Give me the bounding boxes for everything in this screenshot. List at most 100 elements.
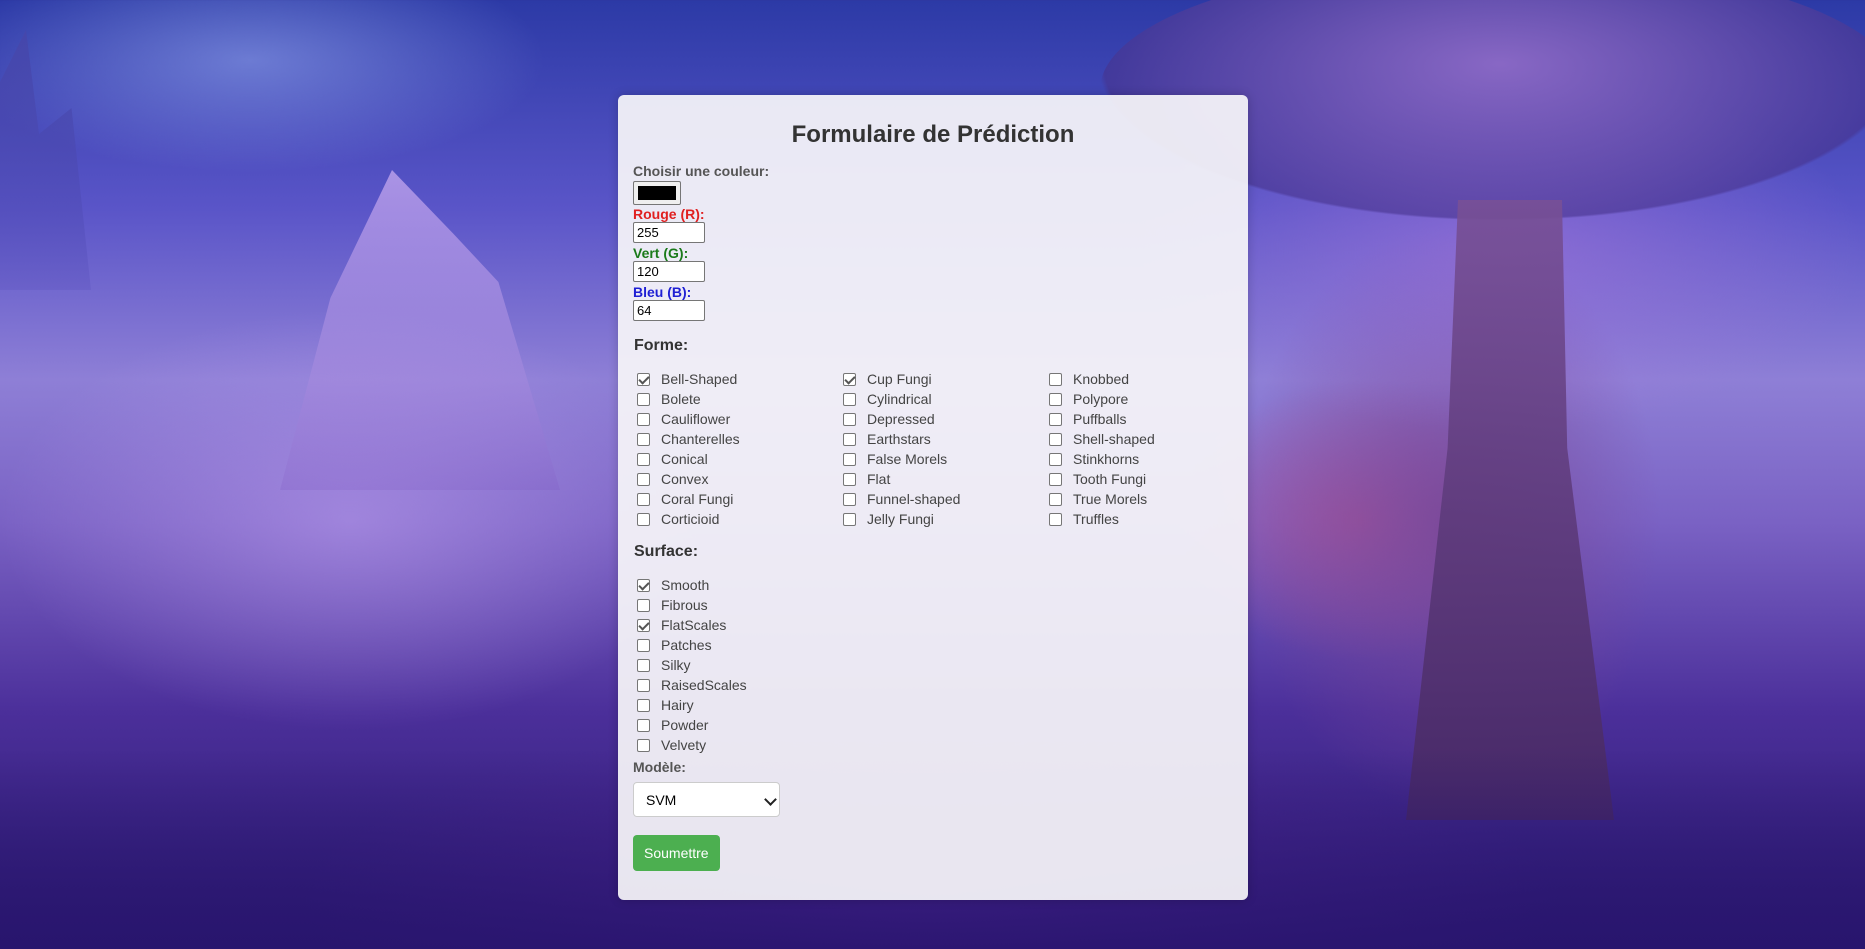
- color-picker-label: Choisir une couleur:: [633, 163, 770, 179]
- checkbox-label: Puffballs: [1073, 411, 1127, 427]
- checkbox-label: False Morels: [867, 451, 948, 467]
- color-picker-swatch: [638, 186, 676, 200]
- checkbox[interactable]: [843, 472, 856, 486]
- checkbox[interactable]: [637, 678, 650, 692]
- color-picker[interactable]: [633, 181, 681, 205]
- checkbox[interactable]: [637, 492, 650, 506]
- checkbox[interactable]: [1049, 392, 1062, 406]
- background-spire: [0, 30, 91, 290]
- checkbox-option[interactable]: Funnel-shaped: [839, 489, 1045, 509]
- checkbox-label: Patches: [661, 637, 712, 653]
- checkbox[interactable]: [843, 372, 856, 386]
- checkbox-option[interactable]: Flat: [839, 469, 1045, 489]
- checkbox-option[interactable]: Truffles: [1045, 509, 1251, 529]
- checkbox-option[interactable]: Coral Fungi: [633, 489, 839, 509]
- checkbox[interactable]: [843, 492, 856, 506]
- checkbox-label: Cup Fungi: [867, 371, 932, 387]
- checkbox-option[interactable]: Bell-Shaped: [633, 369, 839, 389]
- checkbox-option[interactable]: Chanterelles: [633, 429, 839, 449]
- checkbox-option[interactable]: True Morels: [1045, 489, 1251, 509]
- checkbox-label: Velvety: [661, 737, 707, 753]
- checkbox-option[interactable]: Knobbed: [1045, 369, 1251, 389]
- checkbox-option[interactable]: RaisedScales: [633, 675, 833, 695]
- checkbox[interactable]: [1049, 492, 1062, 506]
- checkbox-option[interactable]: Powder: [633, 715, 833, 735]
- checkbox[interactable]: [637, 618, 650, 632]
- checkbox-label: Coral Fungi: [661, 491, 734, 507]
- checkbox[interactable]: [843, 452, 856, 466]
- checkbox-label: Polypore: [1073, 391, 1129, 407]
- checkbox-option[interactable]: Hairy: [633, 695, 833, 715]
- checkbox-option[interactable]: Smooth: [633, 575, 833, 595]
- checkbox-option[interactable]: Shell-shaped: [1045, 429, 1251, 449]
- checkbox[interactable]: [1049, 412, 1062, 426]
- checkbox-label: Depressed: [867, 411, 935, 427]
- submit-button[interactable]: Soumettre: [633, 835, 720, 871]
- checkbox[interactable]: [1049, 432, 1062, 446]
- forme-options: Bell-Shaped Bolete Cauliflower Chanterelles…: [633, 369, 1233, 529]
- checkbox[interactable]: [1049, 472, 1062, 486]
- checkbox-option[interactable]: Earthstars: [839, 429, 1045, 449]
- forme-column: Bell-Shaped Bolete Cauliflower Chanterelles…: [633, 369, 839, 529]
- checkbox-label: RaisedScales: [661, 677, 747, 693]
- checkbox[interactable]: [843, 512, 856, 526]
- checkbox-option[interactable]: False Morels: [839, 449, 1045, 469]
- checkbox-label: True Morels: [1073, 491, 1148, 507]
- checkbox-option[interactable]: Conical: [633, 449, 839, 469]
- chevron-down-icon: [764, 793, 777, 806]
- checkbox-option[interactable]: Puffballs: [1045, 409, 1251, 429]
- checkbox-option[interactable]: Tooth Fungi: [1045, 469, 1251, 489]
- checkbox-label: Tooth Fungi: [1073, 471, 1147, 487]
- checkbox-option[interactable]: FlatScales: [633, 615, 833, 635]
- red-input[interactable]: [633, 222, 705, 243]
- checkbox-option[interactable]: Convex: [633, 469, 839, 489]
- page-title: Formulaire de Prédiction: [791, 121, 1075, 148]
- checkbox-label: Truffles: [1073, 511, 1119, 527]
- checkbox[interactable]: [637, 738, 650, 752]
- checkbox-option[interactable]: Polypore: [1045, 389, 1251, 409]
- checkbox[interactable]: [637, 392, 650, 406]
- checkbox-option[interactable]: Cup Fungi: [839, 369, 1045, 389]
- checkbox-option[interactable]: Corticioid: [633, 509, 839, 529]
- checkbox-option[interactable]: Silky: [633, 655, 833, 675]
- checkbox[interactable]: [843, 412, 856, 426]
- checkbox[interactable]: [637, 658, 650, 672]
- checkbox-option[interactable]: Patches: [633, 635, 833, 655]
- checkbox[interactable]: [637, 698, 650, 712]
- checkbox[interactable]: [843, 392, 856, 406]
- forme-column: Cup Fungi Cylindrical Depressed Earthstars F…: [839, 369, 1045, 529]
- checkbox-option[interactable]: Bolete: [633, 389, 839, 409]
- checkbox[interactable]: [1049, 452, 1062, 466]
- forme-column: Knobbed Polypore Puffballs Shell-shaped Stin…: [1045, 369, 1251, 529]
- checkbox[interactable]: [637, 472, 650, 486]
- checkbox-option[interactable]: Jelly Fungi: [839, 509, 1045, 529]
- checkbox[interactable]: [843, 432, 856, 446]
- checkbox[interactable]: [1049, 372, 1062, 386]
- background-mountain: [280, 170, 560, 490]
- blue-input[interactable]: [633, 300, 705, 321]
- checkbox[interactable]: [637, 412, 650, 426]
- checkbox[interactable]: [637, 432, 650, 446]
- checkbox-option[interactable]: Cylindrical: [839, 389, 1045, 409]
- checkbox[interactable]: [637, 512, 650, 526]
- checkbox-option[interactable]: Velvety: [633, 735, 833, 755]
- surface-heading: Surface:: [634, 543, 699, 560]
- checkbox[interactable]: [637, 578, 650, 592]
- checkbox[interactable]: [1049, 512, 1062, 526]
- checkbox[interactable]: [637, 638, 650, 652]
- checkbox-option[interactable]: Cauliflower: [633, 409, 839, 429]
- checkbox-label: Knobbed: [1073, 371, 1130, 387]
- green-input[interactable]: [633, 261, 705, 282]
- checkbox-option[interactable]: Fibrous: [633, 595, 833, 615]
- checkbox[interactable]: [637, 372, 650, 386]
- checkbox[interactable]: [637, 598, 650, 612]
- checkbox-label: Cauliflower: [661, 411, 731, 427]
- checkbox[interactable]: [637, 452, 650, 466]
- checkbox-option[interactable]: Depressed: [839, 409, 1045, 429]
- green-label: Vert (G):: [633, 245, 689, 261]
- checkbox-label: Convex: [661, 471, 709, 487]
- checkbox[interactable]: [637, 718, 650, 732]
- checkbox-label: Conical: [661, 451, 708, 467]
- model-select[interactable]: SVM: [633, 782, 780, 817]
- checkbox-option[interactable]: Stinkhorns: [1045, 449, 1251, 469]
